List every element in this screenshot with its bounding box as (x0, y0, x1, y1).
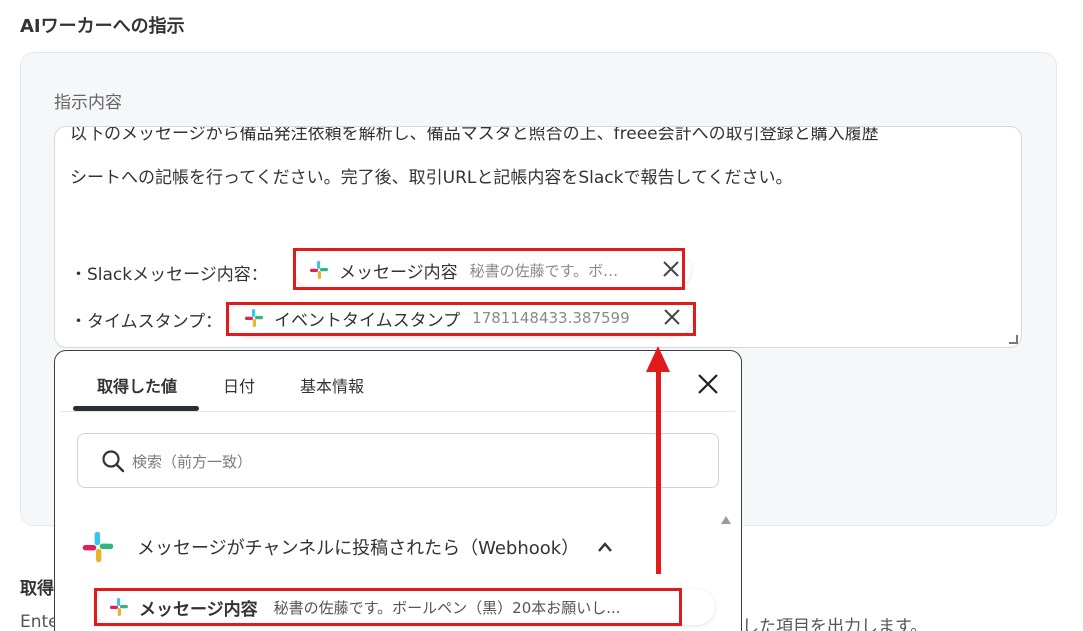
highlight-box-item-message (94, 588, 682, 626)
field-label: 指示内容 (54, 93, 122, 113)
section-title: AIワーカーへの指示 (20, 16, 185, 37)
search-placeholder: 検索（前方一致） (132, 453, 253, 471)
search-input[interactable]: 検索（前方一致） (77, 433, 719, 488)
search-icon (102, 450, 125, 473)
highlight-box-chip-timestamp (226, 302, 696, 336)
tab-basic-info[interactable]: 基本情報 (300, 373, 364, 397)
group-title: メッセージがチャンネルに投稿されたら（Webhook） (137, 538, 580, 559)
background-text-fragment: Ente (20, 612, 59, 631)
annotation-arrow-head (646, 346, 670, 372)
editor-line-1: 以下のメッセージから備品発注依頼を解析し、備品マスタと照合の上、freee会計へ… (70, 126, 879, 144)
annotation-arrow-shaft (656, 370, 661, 574)
slack-icon (82, 531, 114, 563)
tab-divider (61, 411, 735, 412)
group-slack-webhook[interactable]: メッセージがチャンネルに投稿されたら（Webhook） (81, 527, 613, 567)
chevron-up-icon[interactable] (597, 541, 613, 553)
timestamp-label: ・タイムスタンプ： (70, 312, 223, 332)
resize-handle[interactable] (1009, 335, 1018, 344)
highlight-box-chip-message (293, 248, 685, 290)
tab-date[interactable]: 日付 (223, 373, 255, 397)
editor-line-2: シートへの記帳を行ってください。完了後、取引URLと記帳内容をSlackで報告し… (70, 168, 793, 188)
scroll-up-arrow[interactable] (721, 516, 731, 524)
slack-message-label: ・Slackメッセージ内容： (70, 265, 268, 285)
active-tab-indicator (73, 406, 199, 411)
background-text-fragment-right: した項目を出力します。 (742, 617, 928, 631)
background-heading-fragment: 取得 (20, 579, 54, 599)
close-icon[interactable] (696, 372, 720, 396)
tab-acquired-values[interactable]: 取得した値 (97, 373, 177, 397)
